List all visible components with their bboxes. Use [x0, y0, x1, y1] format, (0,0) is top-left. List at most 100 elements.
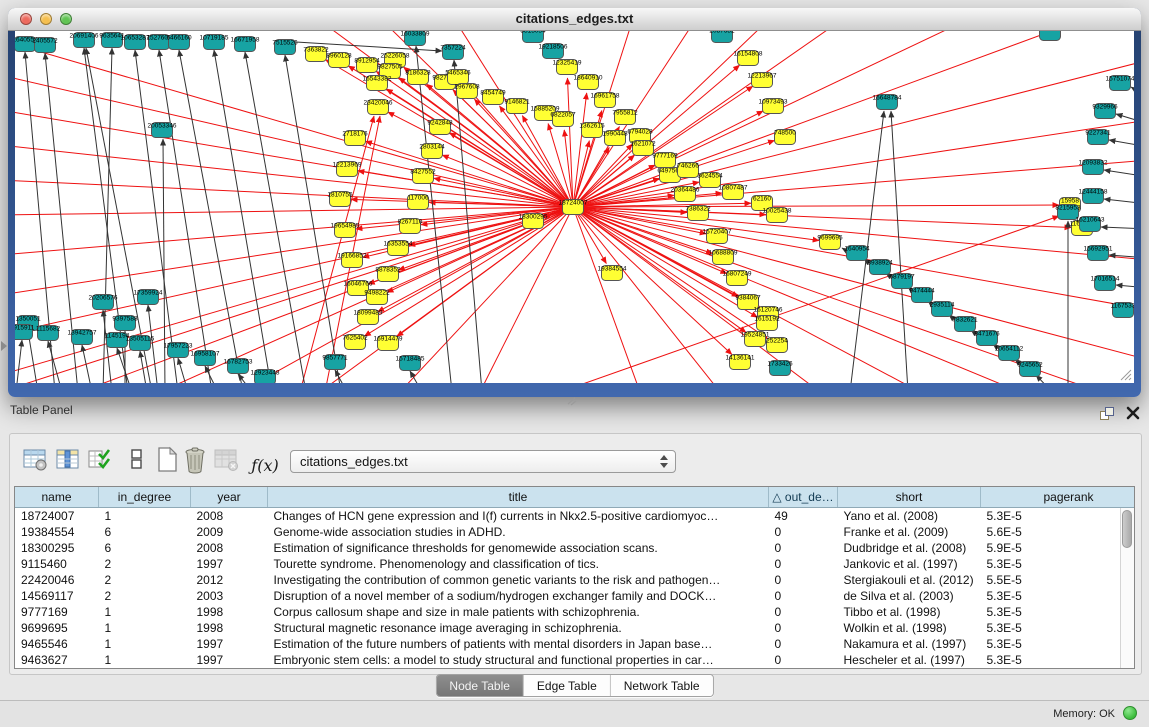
table-cell: 1	[99, 604, 191, 620]
table-options-icon[interactable]	[21, 446, 51, 476]
tab-network-table[interactable]: Network Table	[611, 675, 713, 696]
column-header[interactable]: title	[268, 487, 769, 508]
table-cell: 1	[99, 636, 191, 652]
table-cell: 0	[769, 588, 838, 604]
table-cell: 0	[769, 652, 838, 668]
column-header[interactable]: △ out_de…	[769, 487, 838, 508]
table-cell: 2003	[191, 588, 268, 604]
table-cell: 5.3E-5	[981, 588, 1136, 604]
network-viewport: 7363822896012889129542522605898275051654…	[15, 31, 1134, 383]
table-cell: 2	[99, 588, 191, 604]
network-node-label: 117006	[407, 195, 429, 202]
table-row[interactable]: 1830029562008Estimation of significance …	[15, 540, 1135, 556]
tab-node-table[interactable]: Node Table	[436, 675, 524, 696]
status-bar: Memory: OK	[0, 700, 1149, 727]
network-node-label: 13942757	[68, 330, 97, 337]
table-cell: 5.3E-5	[981, 556, 1136, 572]
show-columns-icon[interactable]	[54, 446, 84, 476]
table-source-select[interactable]: citations_edges.txt	[290, 450, 676, 473]
network-node-label: 9474444	[909, 288, 935, 295]
network-node-label: 20053346	[148, 123, 177, 130]
network-node-label: 1350051	[15, 316, 41, 323]
table-row[interactable]: 1938455462009Genome-wide association stu…	[15, 524, 1135, 540]
table-cell: Jankovic et al. (1997)	[838, 556, 981, 572]
network-node-label: 746266	[677, 163, 699, 170]
table-source-value: citations_edges.txt	[300, 454, 408, 469]
table-cell: Wolkin et al. (1998)	[838, 620, 981, 636]
table-row[interactable]: 946362711997Embryonic stem cells: a mode…	[15, 652, 1135, 668]
network-node-label: 1115682	[36, 326, 61, 333]
new-document-icon[interactable]	[152, 446, 182, 476]
window-titlebar[interactable]: citations_edges.txt	[8, 8, 1141, 31]
table-scrollbar-thumb[interactable]	[1122, 510, 1132, 548]
tab-edge-table[interactable]: Edge Table	[524, 675, 611, 696]
column-header[interactable]: name	[15, 487, 99, 508]
table-cell: 2009	[191, 524, 268, 540]
network-node-label: 1810755	[327, 192, 353, 199]
table-cell: Stergiakouli et al. (2012)	[838, 572, 981, 588]
network-node-label: 19218506	[539, 44, 568, 51]
network-node-label: 6466160	[166, 35, 192, 42]
network-node-label: 12325419	[553, 60, 582, 67]
table-row[interactable]: 1456911722003Disruption of a novel membe…	[15, 588, 1135, 604]
table-cell: 2	[99, 572, 191, 588]
column-header[interactable]: year	[191, 487, 268, 508]
table-cell: Hescheler et al. (1997)	[838, 652, 981, 668]
table-cell: 5.9E-5	[981, 540, 1136, 556]
network-node-label: 7363822	[303, 47, 329, 54]
column-header[interactable]: pagerank	[981, 487, 1136, 508]
table-cell: 5.3E-5	[981, 604, 1136, 620]
table-row[interactable]: 2242004622012Investigating the contribut…	[15, 572, 1135, 588]
network-canvas[interactable]: 7363822896012889129542522605898275051654…	[15, 31, 1134, 383]
table-row[interactable]: 1872400712008Changes of HCN gene express…	[15, 508, 1135, 525]
memory-indicator[interactable]	[1123, 706, 1137, 720]
function-builder-icon[interactable]: ƒ(x)	[248, 450, 282, 480]
table-row[interactable]: 911546021997Tourette syndrome. Phenomeno…	[15, 556, 1135, 572]
table-cell: 2	[99, 556, 191, 572]
column-header[interactable]: in_degree	[99, 487, 191, 508]
close-panel-button[interactable]	[1124, 406, 1142, 422]
select-rows-check-icon[interactable]	[86, 446, 116, 476]
table-cell: 5.5E-5	[981, 572, 1136, 588]
table-cell: Tourette syndrome. Phenomenology and cla…	[268, 556, 769, 572]
panel-collapse-arrow-icon[interactable]	[1, 341, 7, 351]
table-row[interactable]: 977716911998Corpus callosum shape and si…	[15, 604, 1135, 620]
column-header[interactable]: short	[838, 487, 981, 508]
table-row[interactable]: 946554611997Estimation of the future num…	[15, 636, 1135, 652]
network-node-label: 2967608	[454, 84, 480, 91]
resize-grip-icon[interactable]	[1118, 369, 1132, 381]
table-scrollbar[interactable]	[1120, 508, 1134, 668]
table-cell: 9699695	[15, 620, 99, 636]
network-node-label: 10654112	[995, 346, 1024, 353]
table-cell: 9777169	[15, 604, 99, 620]
network-node-label: 1615192	[754, 316, 780, 323]
network-node-label: 9397588	[112, 316, 138, 323]
table-cell: 1	[99, 508, 191, 525]
row-boxes-icon[interactable]	[122, 446, 152, 476]
network-node-label: 16958107	[191, 351, 220, 358]
float-panel-button[interactable]	[1098, 406, 1116, 422]
network-node-label: 8912954	[354, 58, 380, 65]
network-node-label: 16671958	[231, 37, 260, 44]
delete-trash-icon[interactable]	[181, 446, 211, 476]
memory-status-label: Memory: OK	[1053, 708, 1115, 720]
table-cell: Franke et al. (2009)	[838, 524, 981, 540]
network-node-label: 9857771	[322, 355, 348, 362]
table-cell: Genome-wide association studies in ADHD.	[268, 524, 769, 540]
network-node-label: 7625402	[342, 335, 368, 342]
network-node-label: 2405572	[32, 38, 58, 45]
network-node-label: 20206576	[89, 295, 118, 302]
table-cell: 1997	[191, 652, 268, 668]
network-node-label: 1990448	[602, 131, 628, 138]
network-node-label: 12444158	[1079, 189, 1108, 196]
network-node-label: 8267110	[398, 219, 423, 226]
network-node-label: 15692951	[1084, 246, 1113, 253]
network-node-label: 1195408	[1038, 31, 1063, 33]
table-cell: 5.6E-5	[981, 524, 1136, 540]
network-node-label: 8938924	[867, 260, 893, 267]
splitter-handle[interactable]	[566, 397, 578, 406]
network-node-label: 17016514	[1091, 276, 1120, 283]
table-row[interactable]: 969969511998Structural magnetic resonanc…	[15, 620, 1135, 636]
network-node-label: 2087682	[709, 31, 735, 35]
table-cell: Embryonic stem cells: a model to study s…	[268, 652, 769, 668]
